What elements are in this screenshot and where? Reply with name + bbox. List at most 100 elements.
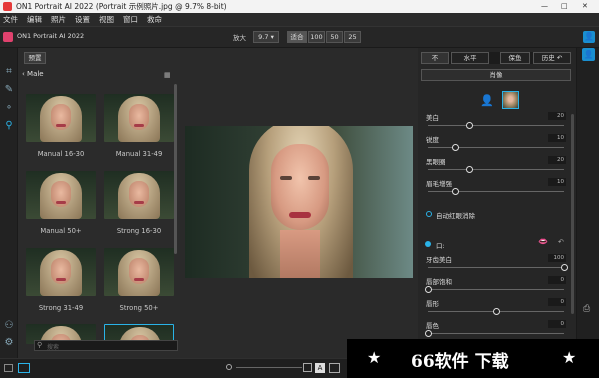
- slider-track[interactable]: [428, 125, 564, 126]
- zoom-50-button[interactable]: 50: [326, 31, 343, 43]
- tab-preserve[interactable]: 保鱼: [500, 52, 530, 64]
- panel-tabs: 不 水平 保鱼 历史 ↶: [421, 52, 571, 64]
- restore-button[interactable]: □: [561, 0, 568, 13]
- tab-none[interactable]: 不: [421, 52, 449, 64]
- preset-item[interactable]: Strong 16-30: [100, 171, 178, 235]
- preset-browser: 预置 ‹ Male ▦ Manual 16-30 Manual 31-49 Manu…: [18, 48, 180, 358]
- menu-edit[interactable]: 编辑: [27, 13, 42, 27]
- preset-item[interactable]: Strong 31-49: [22, 248, 100, 312]
- red-eye-label: 自动红眼消除: [436, 212, 475, 220]
- search-input[interactable]: ⚲ 搜索: [34, 340, 178, 351]
- preset-item[interactable]: Strong 50+: [100, 248, 178, 312]
- user-icon[interactable]: 👤: [582, 48, 595, 61]
- tab-level[interactable]: 水平: [451, 52, 489, 64]
- auto-button[interactable]: A: [315, 363, 325, 373]
- slider-track[interactable]: [428, 267, 564, 268]
- person-icon[interactable]: ⚇: [3, 320, 15, 332]
- preset-label: Strong 16-30: [116, 227, 162, 235]
- slider-value[interactable]: 100: [548, 254, 566, 262]
- slider-knob[interactable]: [465, 122, 473, 129]
- menu-window[interactable]: 窗口: [123, 13, 138, 27]
- slider-value[interactable]: 20: [548, 112, 566, 120]
- menu-file[interactable]: 文件: [3, 13, 18, 27]
- app-logo-icon: [3, 32, 13, 42]
- slider-knob[interactable]: [425, 330, 432, 337]
- single-view-icon[interactable]: [4, 364, 13, 372]
- red-eye-checkbox[interactable]: [426, 211, 432, 217]
- preset-item[interactable]: Manual 31-49: [100, 94, 178, 158]
- preset-item[interactable]: Manual 16-30: [22, 94, 100, 158]
- zoom-100-button[interactable]: 100: [308, 31, 325, 43]
- slider-track[interactable]: [428, 169, 564, 170]
- menu-help[interactable]: 救命: [147, 13, 162, 27]
- watermark-text: 66软件 下载: [411, 352, 509, 372]
- preset-thumbnail: [104, 94, 174, 142]
- brush-icon[interactable]: ✎: [3, 84, 15, 96]
- slider-knob[interactable]: [452, 144, 460, 151]
- slider-value[interactable]: 0: [548, 320, 566, 328]
- watermark-banner: ★ 66软件 下载 ★: [347, 339, 599, 378]
- zoom-fit-button[interactable]: 适合: [287, 31, 307, 43]
- tab-history[interactable]: 历史 ↶: [533, 52, 571, 64]
- slider-knob[interactable]: [561, 264, 568, 271]
- portrait-section-header[interactable]: 肖像: [421, 69, 571, 81]
- slider-label: 唇色: [426, 322, 439, 330]
- slider-value[interactable]: 0: [548, 298, 566, 306]
- back-nav[interactable]: ‹ Male: [22, 70, 44, 78]
- slider-label: 美白: [426, 114, 439, 122]
- face-search-icon[interactable]: ⚲: [3, 120, 15, 132]
- slider-label: 黑眼圈: [426, 158, 446, 166]
- photo-canvas[interactable]: [180, 48, 418, 358]
- slider-track[interactable]: [428, 147, 564, 148]
- close-button[interactable]: ✕: [582, 0, 588, 13]
- slider-value[interactable]: 20: [548, 156, 566, 164]
- menu-bar: 文件 编辑 照片 设置 视图 窗口 救命: [0, 13, 599, 27]
- slider-knob[interactable]: [425, 286, 432, 293]
- slider-knob[interactable]: [493, 308, 500, 315]
- zoom-min-icon[interactable]: [226, 364, 232, 370]
- preset-label: Manual 16-30: [37, 150, 85, 158]
- compare-icon[interactable]: [303, 363, 312, 372]
- slider-label: 眉毛增强: [426, 180, 452, 188]
- print-icon[interactable]: ⎙: [583, 304, 590, 314]
- preview-icon[interactable]: [329, 363, 340, 373]
- zoom-slider[interactable]: [236, 367, 302, 368]
- slider-knob[interactable]: [452, 188, 460, 195]
- preset-thumbnail: [26, 171, 96, 219]
- window-title: ON1 Portrait AI 2022 (Portrait 示例照片.jpg …: [16, 2, 227, 11]
- star-icon: ★: [562, 348, 577, 367]
- mouth-group-label: 口:: [436, 242, 445, 250]
- panel-scrollbar[interactable]: [571, 114, 574, 314]
- search-placeholder: 搜索: [47, 344, 60, 351]
- slider-value[interactable]: 0: [548, 276, 566, 284]
- slider-track[interactable]: [428, 191, 564, 192]
- menu-settings[interactable]: 设置: [75, 13, 90, 27]
- slider-value[interactable]: 10: [548, 134, 566, 142]
- search-icon: ⚲: [37, 341, 43, 349]
- retouch-icon[interactable]: ∘: [3, 102, 15, 114]
- user-icon[interactable]: 👤: [583, 31, 595, 43]
- slider-knob[interactable]: [465, 166, 473, 173]
- grid-view-icon[interactable]: ▦: [164, 71, 171, 79]
- slider-track[interactable]: [428, 333, 564, 334]
- mouth-toggle[interactable]: [425, 241, 431, 247]
- zoom-25-button[interactable]: 25: [344, 31, 361, 43]
- lips-icon: 👄: [538, 237, 548, 246]
- reset-icon[interactable]: ↶: [558, 238, 564, 246]
- gear-icon[interactable]: ⚙: [3, 337, 15, 349]
- crop-icon[interactable]: ⌗: [3, 66, 15, 78]
- filmstrip-view-icon[interactable]: [18, 363, 30, 373]
- minimize-button[interactable]: —: [541, 0, 548, 13]
- zoom-select[interactable]: 9.7 ▾: [253, 31, 279, 43]
- menu-view[interactable]: 视图: [99, 13, 114, 27]
- preset-label: Manual 31-49: [115, 150, 163, 158]
- slider-value[interactable]: 10: [548, 178, 566, 186]
- slider-track[interactable]: [428, 289, 564, 290]
- menu-photo[interactable]: 照片: [51, 13, 66, 27]
- slider-label: 唇部饱和: [426, 278, 452, 286]
- app-toolbar: ON1 Portrait AI 2022 放大 9.7 ▾ 适合 100 50 …: [0, 27, 599, 48]
- preset-tab[interactable]: 预置: [24, 52, 46, 64]
- face-thumbnail[interactable]: [502, 91, 519, 109]
- preset-item[interactable]: Manual 50+: [22, 171, 100, 235]
- add-face-icon[interactable]: 👤: [480, 94, 494, 107]
